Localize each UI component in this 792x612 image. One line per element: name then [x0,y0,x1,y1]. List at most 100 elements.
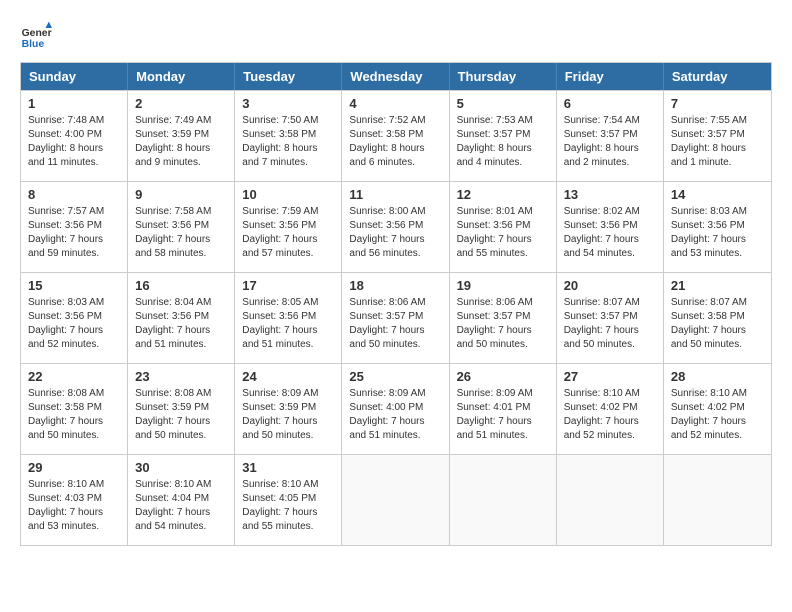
day-cell-3: 3Sunrise: 7:50 AM Sunset: 3:58 PM Daylig… [235,91,342,181]
day-number: 21 [671,278,764,293]
cell-info: Sunrise: 7:53 AM Sunset: 3:57 PM Dayligh… [457,114,549,170]
cell-info: Sunrise: 8:09 AM Sunset: 4:00 PM Dayligh… [349,387,441,443]
day-number: 4 [349,96,441,111]
day-number: 7 [671,96,764,111]
cell-info: Sunrise: 7:48 AM Sunset: 4:00 PM Dayligh… [28,114,120,170]
day-cell-31: 31Sunrise: 8:10 AM Sunset: 4:05 PM Dayli… [235,455,342,545]
day-number: 27 [564,369,656,384]
day-cell-20: 20 Sunrise: 8:07 AM Sunset: 3:57 PM Dayli… [557,273,664,363]
day-cell-4: 4 Sunrise: 7:52 AM Sunset: 3:58 PM Daylig… [342,91,449,181]
header-day-saturday: Saturday [664,63,771,90]
day-cell-30: 30 Sunrise: 8:10 AM Sunset: 4:04 PM Dayli… [128,455,235,545]
day-number: 12 [457,187,549,202]
day-number: 22 [28,369,120,384]
day-number: 16 [135,278,227,293]
day-cell-26: 26Sunrise: 8:09 AM Sunset: 4:01 PM Dayli… [450,364,557,454]
cell-info: Sunrise: 7:58 AM Sunset: 3:56 PM Dayligh… [135,205,227,261]
day-number: 15 [28,278,120,293]
day-number: 11 [349,187,441,202]
header-day-wednesday: Wednesday [342,63,449,90]
day-cell-7: 7 Sunrise: 7:55 AM Sunset: 3:57 PM Daylig… [664,91,771,181]
cell-info: Sunrise: 8:01 AM Sunset: 3:56 PM Dayligh… [457,205,549,261]
cell-info: Sunrise: 8:00 AM Sunset: 3:56 PM Dayligh… [349,205,441,261]
day-number: 8 [28,187,120,202]
day-number: 6 [564,96,656,111]
cell-info: Sunrise: 8:10 AM Sunset: 4:03 PM Dayligh… [28,478,120,534]
cell-info: Sunrise: 8:10 AM Sunset: 4:02 PM Dayligh… [564,387,656,443]
cell-info: Sunrise: 8:07 AM Sunset: 3:58 PM Dayligh… [671,296,764,352]
cell-info: Sunrise: 8:06 AM Sunset: 3:57 PM Dayligh… [457,296,549,352]
day-cell-27: 27 Sunrise: 8:10 AM Sunset: 4:02 PM Dayli… [557,364,664,454]
cell-info: Sunrise: 8:09 AM Sunset: 4:01 PM Dayligh… [457,387,549,443]
cell-info: Sunrise: 8:04 AM Sunset: 3:56 PM Dayligh… [135,296,227,352]
day-number: 25 [349,369,441,384]
day-number: 19 [457,278,549,293]
day-cell-8: 8 Sunrise: 7:57 AM Sunset: 3:56 PM Daylig… [21,182,128,272]
day-number: 1 [28,96,120,111]
cell-info: Sunrise: 7:59 AM Sunset: 3:56 PM Dayligh… [242,205,334,261]
header-day-tuesday: Tuesday [235,63,342,90]
day-cell-21: 21 Sunrise: 8:07 AM Sunset: 3:58 PM Dayli… [664,273,771,363]
cell-info: Sunrise: 7:50 AM Sunset: 3:58 PM Dayligh… [242,114,334,170]
calendar-body: 1 Sunrise: 7:48 AM Sunset: 4:00 PM Daylig… [21,90,771,545]
day-cell-23: 23Sunrise: 8:08 AM Sunset: 3:59 PM Dayli… [128,364,235,454]
day-cell-22: 22 Sunrise: 8:08 AM Sunset: 3:58 PM Dayli… [21,364,128,454]
empty-cell [450,455,557,545]
cell-info: Sunrise: 7:52 AM Sunset: 3:58 PM Dayligh… [349,114,441,170]
day-cell-18: 18Sunrise: 8:06 AM Sunset: 3:57 PM Dayli… [342,273,449,363]
cell-info: Sunrise: 8:07 AM Sunset: 3:57 PM Dayligh… [564,296,656,352]
cell-info: Sunrise: 8:02 AM Sunset: 3:56 PM Dayligh… [564,205,656,261]
day-number: 29 [28,460,120,475]
day-number: 30 [135,460,227,475]
calendar-header: SundayMondayTuesdayWednesdayThursdayFrid… [21,63,771,90]
cell-info: Sunrise: 8:10 AM Sunset: 4:02 PM Dayligh… [671,387,764,443]
day-cell-5: 5Sunrise: 7:53 AM Sunset: 3:57 PM Daylig… [450,91,557,181]
empty-cell [664,455,771,545]
day-cell-19: 19 Sunrise: 8:06 AM Sunset: 3:57 PM Dayli… [450,273,557,363]
header-day-thursday: Thursday [450,63,557,90]
day-number: 14 [671,187,764,202]
header-day-friday: Friday [557,63,664,90]
cell-info: Sunrise: 7:57 AM Sunset: 3:56 PM Dayligh… [28,205,120,261]
day-cell-24: 24 Sunrise: 8:09 AM Sunset: 3:59 PM Dayli… [235,364,342,454]
day-cell-2: 2Sunrise: 7:49 AM Sunset: 3:59 PM Daylig… [128,91,235,181]
day-number: 10 [242,187,334,202]
day-cell-15: 15 Sunrise: 8:03 AM Sunset: 3:56 PM Dayli… [21,273,128,363]
day-number: 24 [242,369,334,384]
empty-cell [342,455,449,545]
day-cell-11: 11 Sunrise: 8:00 AM Sunset: 3:56 PM Dayli… [342,182,449,272]
header-day-monday: Monday [128,63,235,90]
day-number: 13 [564,187,656,202]
svg-text:Blue: Blue [22,39,45,50]
calendar-week-3: 15 Sunrise: 8:03 AM Sunset: 3:56 PM Dayli… [21,272,771,363]
header-day-sunday: Sunday [21,63,128,90]
day-cell-16: 16 Sunrise: 8:04 AM Sunset: 3:56 PM Dayli… [128,273,235,363]
calendar-week-5: 29 Sunrise: 8:10 AM Sunset: 4:03 PM Dayli… [21,454,771,545]
day-number: 17 [242,278,334,293]
logo-icon: General Blue [20,20,52,52]
cell-info: Sunrise: 8:08 AM Sunset: 3:58 PM Dayligh… [28,387,120,443]
day-number: 20 [564,278,656,293]
calendar-week-2: 8 Sunrise: 7:57 AM Sunset: 3:56 PM Daylig… [21,181,771,272]
day-number: 9 [135,187,227,202]
cell-info: Sunrise: 8:09 AM Sunset: 3:59 PM Dayligh… [242,387,334,443]
logo: General Blue [20,20,52,52]
day-cell-25: 25 Sunrise: 8:09 AM Sunset: 4:00 PM Dayli… [342,364,449,454]
day-number: 2 [135,96,227,111]
cell-info: Sunrise: 7:55 AM Sunset: 3:57 PM Dayligh… [671,114,764,170]
day-cell-28: 28Sunrise: 8:10 AM Sunset: 4:02 PM Dayli… [664,364,771,454]
day-cell-12: 12 Sunrise: 8:01 AM Sunset: 3:56 PM Dayli… [450,182,557,272]
cell-info: Sunrise: 8:05 AM Sunset: 3:56 PM Dayligh… [242,296,334,352]
cell-info: Sunrise: 8:10 AM Sunset: 4:04 PM Dayligh… [135,478,227,534]
cell-info: Sunrise: 8:03 AM Sunset: 3:56 PM Dayligh… [28,296,120,352]
cell-info: Sunrise: 8:03 AM Sunset: 3:56 PM Dayligh… [671,205,764,261]
page-header: General Blue [20,20,772,52]
day-cell-9: 9 Sunrise: 7:58 AM Sunset: 3:56 PM Daylig… [128,182,235,272]
day-number: 31 [242,460,334,475]
day-number: 18 [349,278,441,293]
day-cell-29: 29 Sunrise: 8:10 AM Sunset: 4:03 PM Dayli… [21,455,128,545]
calendar-week-4: 22 Sunrise: 8:08 AM Sunset: 3:58 PM Dayli… [21,363,771,454]
cell-info: Sunrise: 7:54 AM Sunset: 3:57 PM Dayligh… [564,114,656,170]
day-cell-14: 14 Sunrise: 8:03 AM Sunset: 3:56 PM Dayli… [664,182,771,272]
day-cell-6: 6 Sunrise: 7:54 AM Sunset: 3:57 PM Daylig… [557,91,664,181]
